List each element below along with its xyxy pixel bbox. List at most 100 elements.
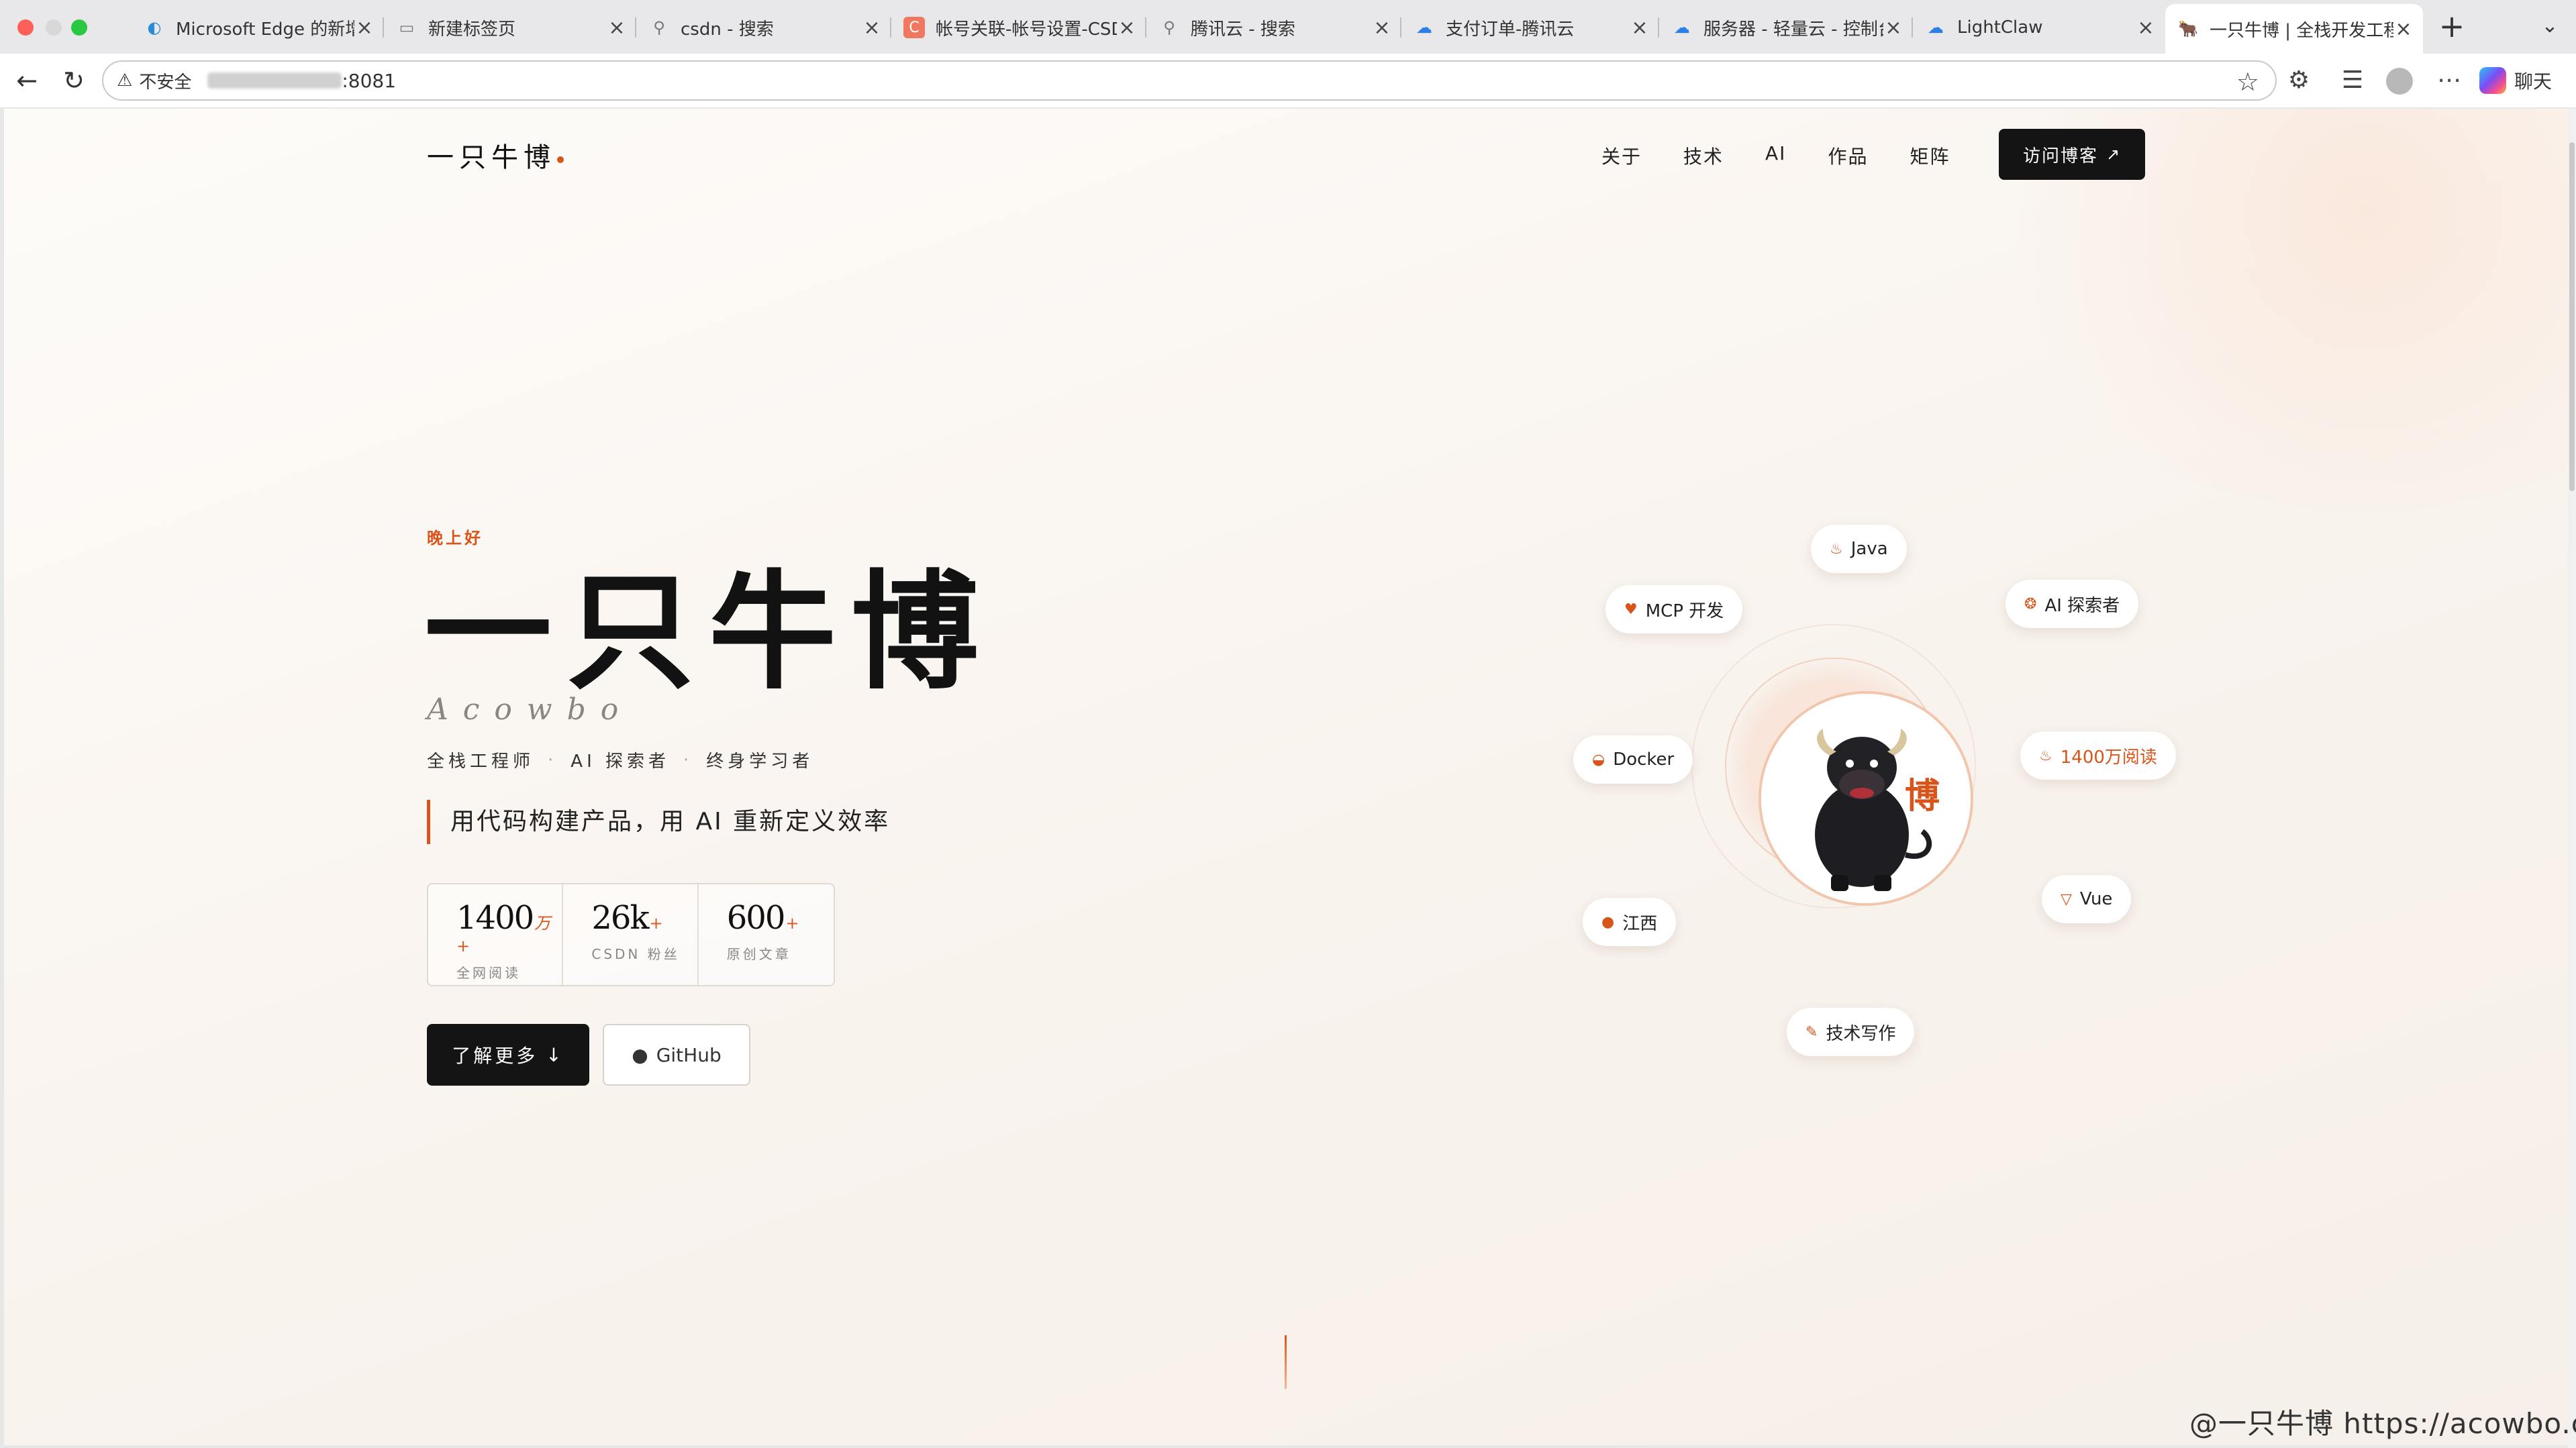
url-port: :8081 [342,69,397,92]
tab-lightweight-server[interactable]: ☁ 服务器 - 轻量云 - 控制台 × [1659,5,1913,50]
tab-acowbo-active[interactable]: 🐂 一只牛博 | 全栈开发工程师 × [2165,4,2423,54]
close-tab-icon[interactable]: × [2393,17,2414,41]
vue-icon: ▽ [2061,890,2072,908]
nav-ai[interactable]: AI [1765,142,1786,169]
tab-bar: ◐ Microsoft Edge 的新增功能 × ▭ 新建标签页 × ⚲ csd… [0,0,2576,54]
nav-about[interactable]: 关于 [1601,142,1642,169]
cloud-icon: ☁ [1416,18,1432,37]
back-button[interactable]: ← [11,64,43,97]
tab-actions-chevron-icon[interactable]: ⌄ [2534,9,2565,43]
security-label[interactable]: 不安全 [139,68,191,93]
stats-card: 1400万+ 全网阅读 26k+ CSDN 粉丝 600+ 原创文章 [427,883,835,986]
close-tab-icon[interactable]: × [1372,16,1392,40]
chat-label: 聊天 [2514,70,2553,93]
close-tab-icon[interactable]: × [1630,16,1650,40]
mcp-icon: ♥ [1624,601,1638,618]
pen-icon: ✎ [1805,1023,1818,1041]
role-item: 全栈工程师 [427,752,535,772]
role-item: AI 探索者 [571,752,671,772]
close-tab-icon[interactable]: × [607,16,627,40]
role-list: 全栈工程师 · AI 探索者 · 终身学习者 [427,747,813,772]
blurred-host [207,72,342,89]
stat-fans: 26k+ CSDN 粉丝 [563,884,699,985]
nav-tech[interactable]: 技术 [1683,142,1724,169]
close-tab-icon[interactable]: × [354,16,375,40]
scrollbar-thumb[interactable] [2569,142,2575,491]
chip-java[interactable]: ♨ Java [1811,525,1907,573]
new-tab-button[interactable]: + [2435,9,2469,43]
watermark: @一只牛博 https://acowbo.com [2189,1407,2576,1440]
cloud-icon: ☁ [1928,18,1944,37]
arrow-down-icon: ↓ [546,1043,564,1066]
close-tab-icon[interactable]: × [862,16,882,40]
cloud-icon: ☁ [1674,18,1690,37]
role-item: 终身学习者 [706,752,814,772]
address-toolbar: ← ↻ ⚠ 不安全 :8081 ☆ ⚙ ☰ ⋯ 聊天 [0,54,2576,107]
greeting: 晚上好 [427,529,483,548]
favorite-star-icon[interactable]: ☆ [2236,67,2259,97]
chip-reads[interactable]: ♨ 1400万阅读 [2020,731,2176,780]
page-viewport: 一只牛博 关于 技术 AI 作品 矩阵 访问博客 ↗ 晚上好 一只牛博 Acow… [4,109,2568,1445]
favorites-icon[interactable]: ☰ [2336,63,2369,98]
tab-csdn-search[interactable]: ⚲ csdn - 搜索 × [636,5,891,50]
tab-edge-whats-new[interactable]: ◐ Microsoft Edge 的新增功能 × [132,5,384,50]
bull-avatar: 博 [1758,691,1973,906]
stat-articles: 600+ 原创文章 [726,899,799,962]
chip-mcp[interactable]: ♥ MCP 开发 [1605,585,1743,633]
chip-docker[interactable]: ◒ Docker [1573,735,1693,784]
logo-dot [557,156,564,163]
close-window-button[interactable] [17,19,34,36]
brain-icon: ❂ [2024,595,2037,613]
extensions-icon[interactable]: ⚙ [2282,63,2316,98]
page-scrollbar[interactable] [2568,109,2576,1448]
copilot-chat-button[interactable]: 聊天 [2479,62,2552,99]
address-input[interactable]: ⚠ 不安全 :8081 ☆ [102,60,2277,101]
chip-ai-explorer[interactable]: ❂ AI 探索者 [2005,580,2139,628]
close-tab-icon[interactable]: × [1883,16,1903,40]
close-tab-icon[interactable]: × [1117,16,1137,40]
docker-icon: ◒ [1592,751,1605,768]
scroll-indicator [1285,1335,1287,1389]
warning-icon[interactable]: ⚠ [117,70,132,91]
newtab-page-icon: ▭ [399,18,415,37]
avatar-char: 博 [1905,776,1940,817]
chip-vue[interactable]: ▽ Vue [2042,875,2132,923]
nav-matrix[interactable]: 矩阵 [1910,142,1950,169]
chip-tech-writing[interactable]: ✎ 技术写作 [1787,1008,1915,1056]
bull-illustration: 博 [1761,694,1971,903]
site-logo[interactable]: 一只牛博 [427,136,564,174]
github-icon: ● [632,1043,648,1066]
hero-subtitle-en: Acowbo [427,692,634,727]
nav-works[interactable]: 作品 [1828,142,1868,169]
github-button[interactable]: ● GitHub [603,1024,750,1086]
bull-icon: 🐂 [2178,19,2198,38]
search-icon: ⚲ [653,18,665,37]
copilot-icon [2479,67,2506,94]
reload-button[interactable]: ↻ [58,64,90,97]
java-icon: ♨ [1830,540,1843,558]
learn-more-button[interactable]: 了解更多 ↓ [427,1024,589,1086]
slogan: 用代码构建产品，用 AI 重新定义效率 [427,800,890,844]
tab-tencent-payment[interactable]: ☁ 支付订单-腾讯云 × [1401,5,1659,50]
csdn-icon: C [903,17,925,38]
minimize-window-button[interactable] [46,19,62,36]
site-nav: 关于 技术 AI 作品 矩阵 [1601,142,1991,169]
tab-csdn-account[interactable]: C 帐号关联-帐号设置-CSDN × [891,5,1146,50]
logo-text: 一只牛博 [427,142,556,173]
tab-new-tab[interactable]: ▭ 新建标签页 × [384,5,636,50]
fire-icon: ♨ [2039,747,2052,764]
visit-blog-button[interactable]: 访问博客 ↗ [1999,129,2145,180]
profile-avatar[interactable] [2383,63,2416,98]
edge-icon: ◐ [147,18,162,37]
external-link-icon: ↗ [2106,145,2122,164]
tab-tencent-search[interactable]: ⚲ 腾讯云 - 搜索 × [1146,5,1401,50]
search-icon: ⚲ [1163,18,1175,37]
tab-lightclaw[interactable]: ☁ LightClaw × [1913,5,2165,50]
chip-jiangxi[interactable]: ● 江西 [1583,898,1677,946]
location-icon: ● [1601,913,1615,931]
hero-title: 一只牛博 [424,557,994,707]
more-menu-icon[interactable]: ⋯ [2432,63,2466,98]
maximize-window-button[interactable] [71,19,87,36]
stat-reads: 1400万+ 全网阅读 [428,884,564,985]
close-tab-icon[interactable]: × [2136,16,2156,40]
